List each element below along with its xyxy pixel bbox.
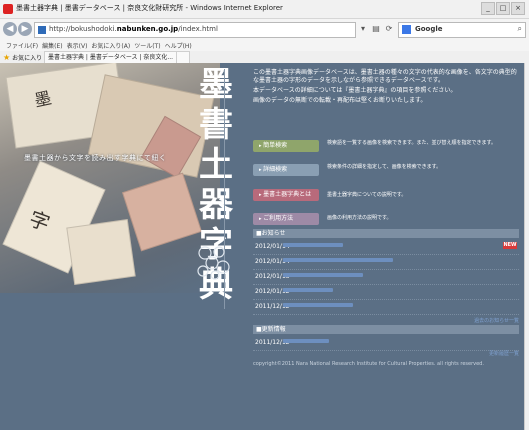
address-url[interactable]: http://bokushodoki.nabunken.go.jp/index.… [49, 25, 218, 33]
menu-bar: ファイル(F) 編集(E) 表示(V) お気に入り(A) ツール(T) ヘルプ(… [0, 40, 529, 51]
tab-current[interactable]: 墨書土器字典 | 墨書データベース | 奈良文化... [44, 51, 182, 63]
menu-view[interactable]: 表示(V) [67, 41, 88, 50]
update-more-link[interactable]: 更新履歴一覧 [489, 350, 519, 357]
address-row: ◀ ▶ http://bokushodoki.nabunken.go.jp/in… [0, 19, 529, 40]
search-icon[interactable]: ⌕ [518, 24, 522, 34]
minimize-button[interactable]: _ [481, 2, 495, 15]
update-header: ■更新情報 [253, 325, 519, 334]
news-item[interactable]: 2012/01/14 NEW [253, 239, 519, 255]
news-link[interactable] [283, 303, 353, 307]
update-link[interactable] [283, 339, 329, 343]
menu-help[interactable]: ヘルプ(H) [165, 41, 192, 50]
star-icon: ★ [3, 52, 11, 62]
simple-search-desc: 検索語を一覧する画像を検索できます。また、並び替え順を指定できます。 [327, 140, 497, 146]
intro-paragraph: この墨書土器字典画像データベースは、墨書土器の種々の文字の代表的な画像を、各文字… [253, 69, 517, 84]
search-box[interactable]: Google ⌕ [398, 22, 526, 38]
back-icon[interactable]: ◀ [3, 22, 17, 36]
news-item[interactable]: 2012/01/13 [253, 269, 519, 285]
news-item[interactable]: 2011/12/12 [253, 299, 519, 315]
window-titlebar: 墨書土器字典 | 墨書データベース | 奈良文化財研究所 - Windows I… [0, 0, 529, 19]
news-item[interactable]: 2012/01/12 [253, 284, 519, 300]
pottery-fragment-image [66, 218, 136, 286]
about-desc: 墨書土器字典についての説明です。 [327, 192, 407, 198]
simple-search-button[interactable]: 簡単検索 [253, 140, 319, 152]
news-item[interactable]: 2012/01/14 [253, 254, 519, 270]
advanced-search-button[interactable]: 詳細検索 [253, 164, 319, 176]
favorites-button[interactable]: ★ お気に入り [3, 52, 42, 62]
news-header: ■お知らせ [253, 229, 519, 238]
window-title: 墨書土器字典 | 墨書データベース | 奈良文化財研究所 - Windows I… [16, 4, 283, 12]
dropdown-icon[interactable]: ▾ [358, 23, 368, 34]
close-button[interactable]: × [511, 2, 525, 15]
news-link[interactable] [283, 273, 363, 277]
address-bar[interactable]: http://bokushodoki.nabunken.go.jp/index.… [34, 22, 356, 38]
intro-paragraph: 画像のデータの無断での転載・再配布は堅くお断りいたします。 [253, 97, 427, 104]
web-page: 墨 字 墨書土器から文字を読み出す字典にて紐く 墨書土器字典 この墨書土器字典画… [0, 63, 524, 430]
update-item[interactable]: 2011/12/12 [253, 335, 519, 351]
intro-paragraph: 本データベースの詳細については『墨書土器字典』の項目を参照ください。 [253, 87, 457, 94]
favorites-label: お気に入り [12, 54, 43, 62]
maximize-button[interactable]: □ [496, 2, 510, 15]
menu-tools[interactable]: ツール(T) [134, 41, 160, 50]
news-more-link[interactable]: 過去のお知らせ一覧 [474, 317, 519, 324]
decorative-circles-icon [197, 246, 230, 280]
usage-button[interactable]: ご利用方法 [253, 213, 319, 225]
search-engine-label: Google [415, 25, 443, 33]
copyright: copyright©2011 Nara National Research In… [253, 361, 484, 367]
news-link[interactable] [283, 288, 333, 292]
ie-icon [3, 4, 13, 14]
menu-edit[interactable]: 編集(E) [42, 41, 62, 50]
hero-caption: 墨書土器から文字を読み出す字典にて紐く [24, 154, 167, 162]
news-link[interactable] [283, 258, 393, 262]
google-icon [402, 25, 411, 34]
usage-desc: 画像の利用方法の説明です。 [327, 215, 392, 221]
news-link[interactable] [283, 243, 343, 247]
scrollbar[interactable] [524, 63, 529, 430]
new-badge: NEW [503, 242, 517, 249]
about-button[interactable]: 墨書土器字典とは [253, 189, 319, 201]
refresh-icon[interactable]: ⟳ [384, 23, 394, 34]
forward-icon[interactable]: ▶ [18, 22, 32, 36]
new-tab-button[interactable] [176, 51, 190, 63]
menu-file[interactable]: ファイル(F) [6, 41, 38, 50]
hero-collage: 墨 字 墨書土器から文字を読み出す字典にて紐く [0, 63, 220, 293]
compat-icon[interactable]: ▤ [371, 23, 381, 34]
menu-favorites[interactable]: お気に入り(A) [91, 41, 130, 50]
intro-text: この墨書土器字典画像データベースは、墨書土器の種々の文字の代表的な画像を、各文字… [253, 69, 519, 107]
page-icon [38, 26, 46, 34]
advanced-search-desc: 検索条件の詳細を指定して、画像を検索できます。 [327, 164, 442, 170]
